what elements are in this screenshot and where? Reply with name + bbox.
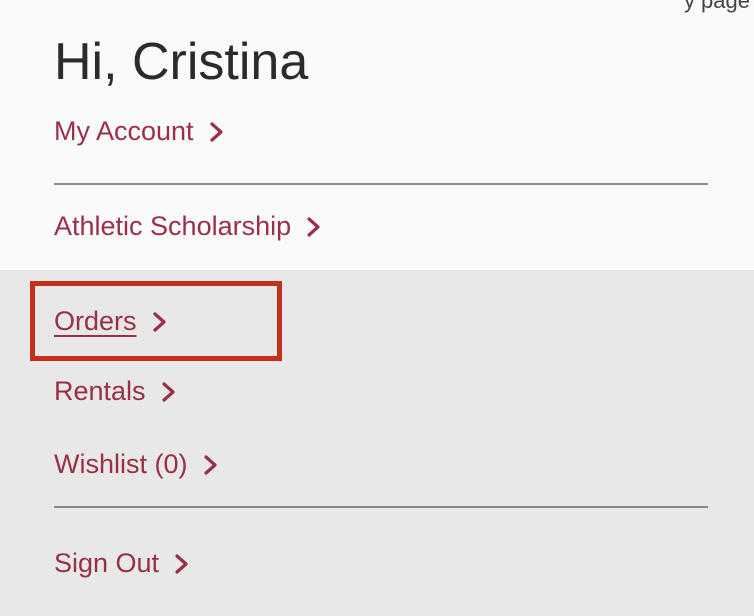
my-account-label: My Account xyxy=(54,116,194,146)
rentals-label: Rentals xyxy=(54,376,146,406)
my-account-link[interactable]: My Account xyxy=(54,116,226,147)
athletic-scholarship-label: Athletic Scholarship xyxy=(54,211,292,241)
greeting-heading: Hi, Cristina xyxy=(54,33,309,91)
chevron-right-icon xyxy=(173,553,191,575)
rentals-link[interactable]: Rentals xyxy=(54,376,178,407)
sign-out-label: Sign Out xyxy=(54,548,160,578)
chevron-right-icon xyxy=(160,381,178,403)
divider xyxy=(54,506,708,508)
chevron-right-icon xyxy=(305,216,323,238)
wishlist-label: Wishlist (0) xyxy=(54,449,188,479)
chevron-right-icon xyxy=(202,454,220,476)
athletic-scholarship-link[interactable]: Athletic Scholarship xyxy=(54,211,323,242)
orders-highlight-box xyxy=(30,281,282,361)
sign-out-link[interactable]: Sign Out xyxy=(54,548,191,579)
wishlist-link[interactable]: Wishlist (0) xyxy=(54,449,220,480)
divider xyxy=(54,183,708,185)
chevron-right-icon xyxy=(208,121,226,143)
cropped-header-text: y page xyxy=(683,0,750,13)
